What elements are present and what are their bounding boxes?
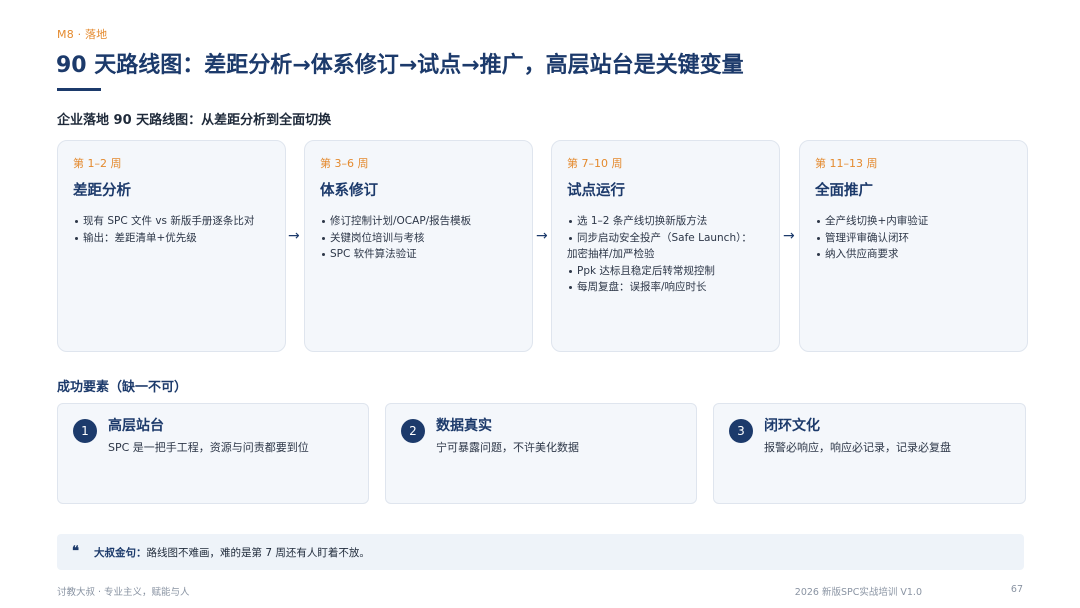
list-item: 管理评审确认闭环: [815, 230, 1012, 247]
title-underline: [57, 88, 101, 91]
page-number: 67: [1010, 584, 1023, 595]
list-item: 同步启动安全投产（Safe Launch）：: [567, 230, 764, 247]
list-item: 现有 SPC 文件 vs 新版手册逐条比对: [73, 213, 270, 230]
footer-right: 2026 新版SPC实战培训 V1.0: [794, 587, 922, 598]
quote-body: 路线图不难画，难的是第 7 周还有人盯着不放。: [146, 547, 370, 559]
quote-box: ❝ 大叔金句：路线图不难画，难的是第 7 周还有人盯着不放。: [57, 534, 1024, 570]
phase-list: 全产线切换+内审验证 管理评审确认闭环 纳入供应商要求: [815, 213, 1012, 263]
factor-name: 高层站台: [108, 418, 164, 434]
phase-card-2: 第 3–6 周 体系修订 修订控制计划/OCAP/报告模板 关键岗位培训与考核 …: [304, 140, 533, 352]
arrow-icon: →: [783, 228, 795, 244]
footer-left: 讨教大叔 · 专业主义，赋能与人: [57, 587, 190, 598]
phase-list: 修订控制计划/OCAP/报告模板 关键岗位培训与考核 SPC 软件算法验证: [320, 213, 517, 263]
list-item: 输出：差距清单+优先级: [73, 230, 270, 247]
factor-name: 闭环文化: [764, 418, 820, 434]
list-item: 全产线切换+内审验证: [815, 213, 1012, 230]
factor-number-badge: 3: [729, 419, 753, 443]
phase-week: 第 3–6 周: [320, 157, 369, 170]
phase-week: 第 1–2 周: [73, 157, 122, 170]
factor-desc: 宁可暴露问题，不许美化数据: [436, 441, 579, 454]
factor-card-2: 2 数据真实 宁可暴露问题，不许美化数据: [385, 403, 697, 504]
phase-name: 体系修订: [320, 183, 378, 199]
kicker: M8 · 落地: [57, 28, 108, 41]
phase-list: 现有 SPC 文件 vs 新版手册逐条比对 输出：差距清单+优先级: [73, 213, 270, 246]
quote-icon: ❝: [72, 544, 79, 559]
quote-text: 大叔金句：路线图不难画，难的是第 7 周还有人盯着不放。: [94, 545, 370, 560]
arrow-icon: →: [536, 228, 548, 244]
phase-name: 差距分析: [73, 183, 131, 199]
phase-week: 第 11–13 周: [815, 157, 878, 170]
factor-card-1: 1 高层站台 SPC 是一把手工程，资源与问责都要到位: [57, 403, 369, 504]
factor-name: 数据真实: [436, 418, 492, 434]
phase-list: 选 1–2 条产线切换新版方法 同步启动安全投产（Safe Launch）： 加…: [567, 213, 764, 296]
subtitle: 企业落地 90 天路线图：从差距分析到全面切换: [57, 113, 332, 128]
phase-card-3: 第 7–10 周 试点运行 选 1–2 条产线切换新版方法 同步启动安全投产（S…: [551, 140, 780, 352]
phase-name: 试点运行: [567, 183, 625, 199]
list-item: SPC 软件算法验证: [320, 246, 517, 263]
list-item: Ppk 达标且稳定后转常规控制: [567, 263, 764, 280]
arrow-icon: →: [288, 228, 300, 244]
list-item: 选 1–2 条产线切换新版方法: [567, 213, 764, 230]
list-item: 纳入供应商要求: [815, 246, 1012, 263]
list-item: 关键岗位培训与考核: [320, 230, 517, 247]
phase-card-4: 第 11–13 周 全面推广 全产线切换+内审验证 管理评审确认闭环 纳入供应商…: [799, 140, 1028, 352]
quote-label: 大叔金句：: [94, 547, 147, 559]
list-item-continuation: 加密抽样/加严检验: [567, 248, 655, 260]
phase-card-1: 第 1–2 周 差距分析 现有 SPC 文件 vs 新版手册逐条比对 输出：差距…: [57, 140, 286, 352]
factor-desc: SPC 是一把手工程，资源与问责都要到位: [108, 441, 309, 454]
factor-number-badge: 2: [401, 419, 425, 443]
phase-name: 全面推广: [815, 183, 873, 199]
list-item: 修订控制计划/OCAP/报告模板: [320, 213, 517, 230]
factor-number-badge: 1: [73, 419, 97, 443]
factor-card-3: 3 闭环文化 报警必响应，响应必记录，记录必复盘: [713, 403, 1026, 504]
page-title: 90 天路线图：差距分析→体系修订→试点→推广，高层站台是关键变量: [56, 53, 744, 78]
factor-desc: 报警必响应，响应必记录，记录必复盘: [764, 441, 951, 454]
section-title: 成功要素（缺一不可）: [57, 380, 188, 395]
phase-week: 第 7–10 周: [567, 157, 623, 170]
list-item: 每周复盘：误报率/响应时长: [567, 279, 764, 296]
